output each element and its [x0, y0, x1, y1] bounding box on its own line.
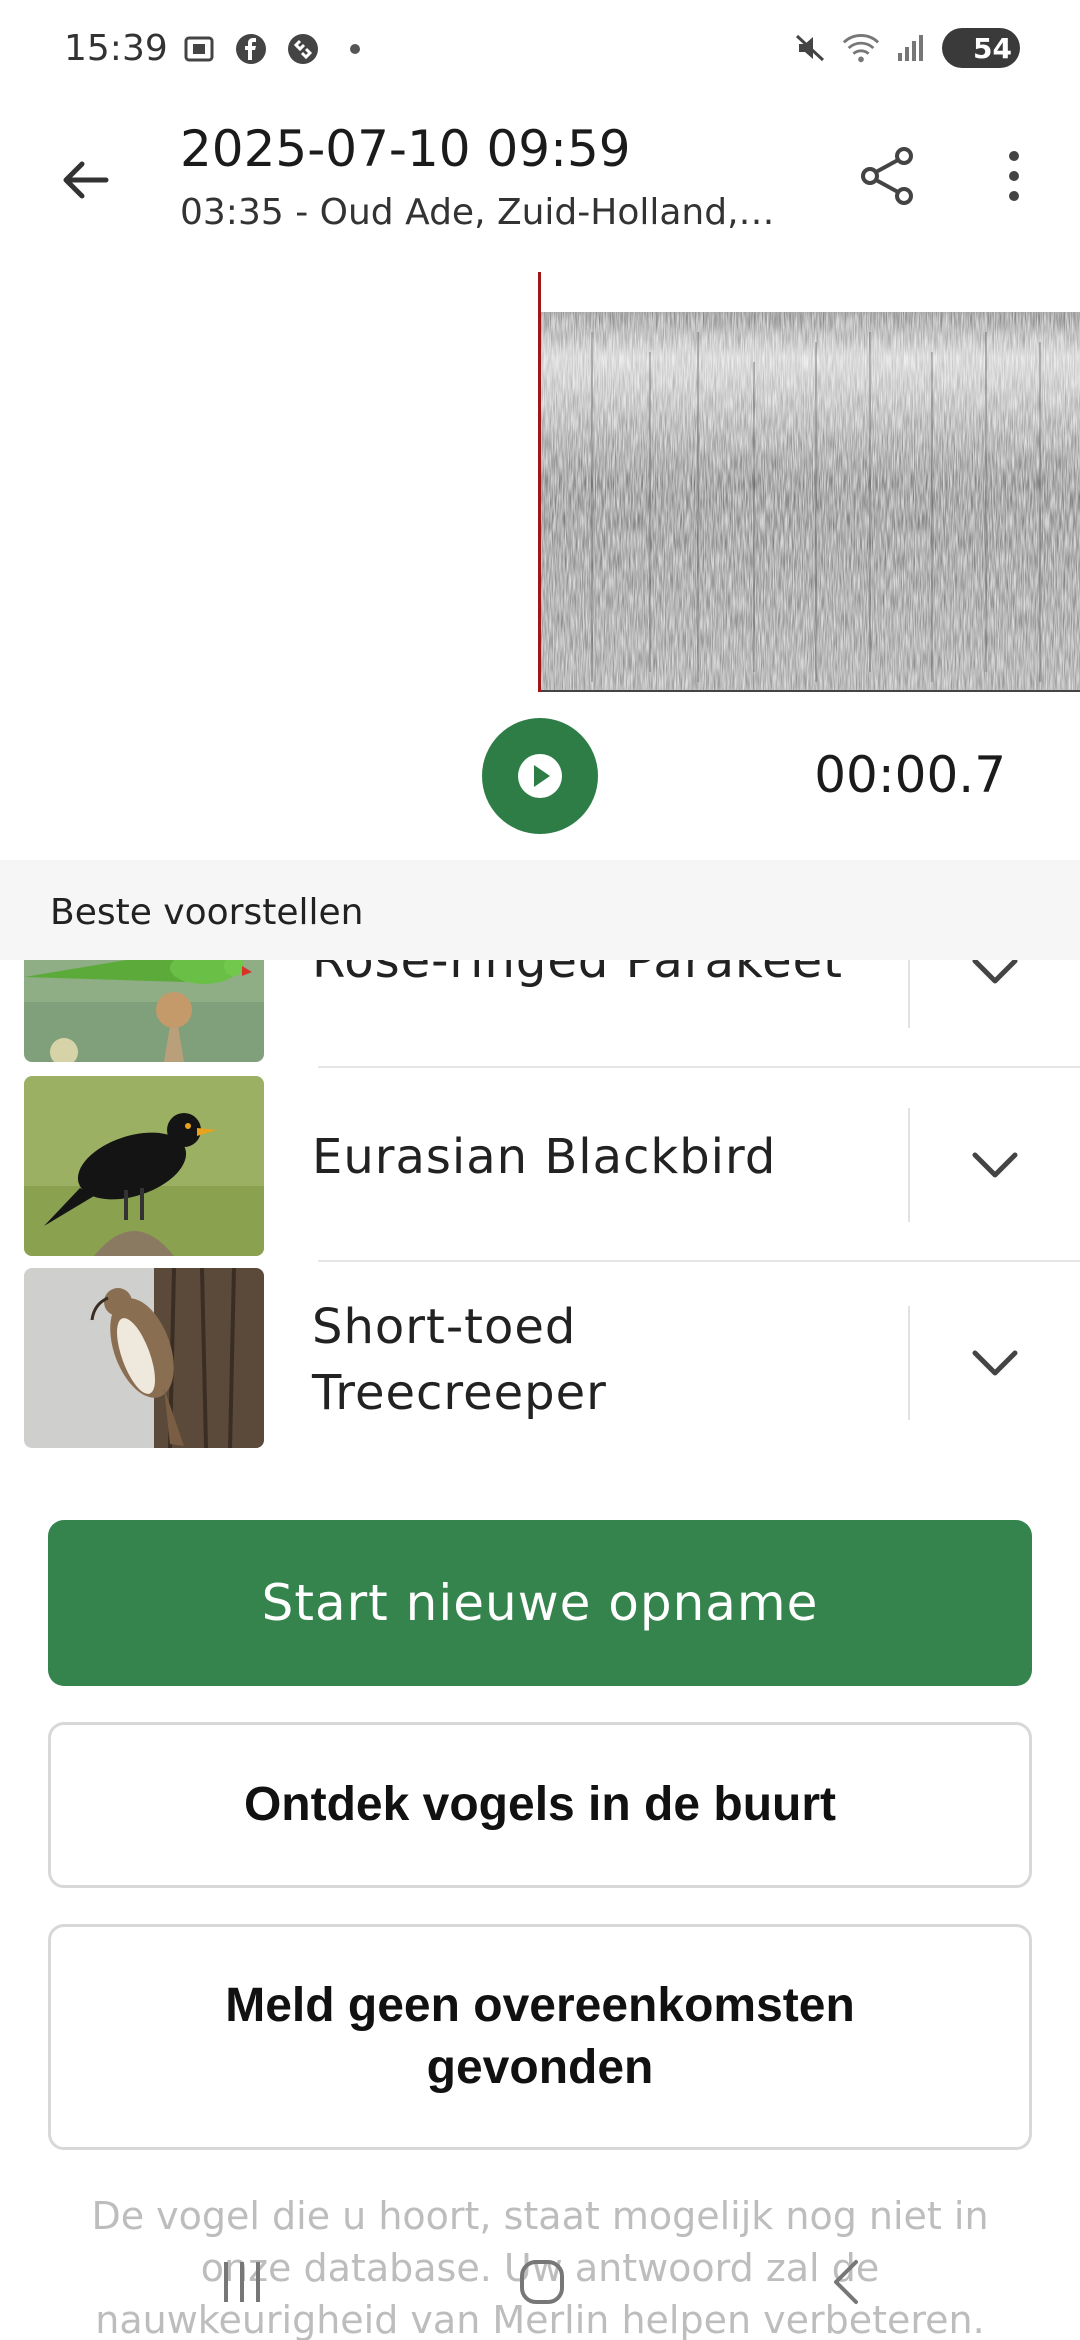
playback-time: 00:00.7 [814, 746, 1006, 804]
back-button[interactable] [44, 140, 124, 220]
mute-icon [792, 29, 830, 67]
page-subtitle: 03:35 - Oud Ade, Zuid-Holland,… [180, 192, 775, 233]
species-list: Rose-ringed Parakeet Eurasian Blackbird [0, 960, 1080, 1480]
report-no-match-button[interactable]: Meld geen overeenkomsten gevonden [48, 1924, 1032, 2150]
more-vert-icon [1009, 151, 1019, 201]
species-thumbnail [24, 960, 264, 1062]
expand-button[interactable] [950, 1318, 1040, 1408]
suggestions-header: Beste voorstellen [0, 860, 1080, 960]
system-nav-bar [0, 2220, 1080, 2340]
parakeet-image [24, 960, 264, 1062]
signal-icon [892, 29, 930, 67]
species-thumbnail [24, 1268, 264, 1448]
start-recording-button[interactable]: Start nieuwe opname [48, 1520, 1032, 1686]
screenshot-icon [180, 30, 218, 68]
home-button[interactable] [502, 2242, 582, 2322]
chevron-down-icon [972, 960, 1018, 984]
spectrogram [540, 312, 1080, 692]
recent-apps-icon [224, 2262, 260, 2302]
playhead[interactable] [538, 272, 541, 692]
shazam-icon [284, 30, 322, 68]
play-button[interactable] [482, 718, 598, 834]
app-bar: 2025-07-10 09:59 03:35 - Oud Ade, Zuid-H… [0, 100, 1080, 270]
treecreeper-image [24, 1268, 264, 1448]
status-time: 15:39 [64, 28, 168, 69]
share-button[interactable] [848, 136, 928, 216]
species-thumbnail [24, 1076, 264, 1256]
spectrogram-area[interactable] [0, 272, 1080, 692]
arrow-left-icon [63, 161, 109, 199]
blackbird-image [24, 1076, 264, 1256]
page-title: 2025-07-10 09:59 [180, 120, 631, 178]
species-name: Rose-ringed Parakeet [312, 960, 843, 989]
row-divider [908, 960, 910, 1028]
row-divider [908, 1306, 910, 1420]
species-row[interactable]: Short-toed Treecreeper [0, 1262, 1080, 1462]
system-back-button[interactable] [808, 2242, 888, 2322]
species-name: Eurasian Blackbird [312, 1129, 777, 1185]
chevron-down-icon [972, 1152, 1018, 1178]
home-icon [520, 2260, 564, 2304]
play-icon [518, 754, 562, 798]
chevron-down-icon [972, 1350, 1018, 1376]
species-name: Short-toed Treecreeper [312, 1299, 607, 1421]
species-row[interactable]: Eurasian Blackbird [0, 1068, 1080, 1262]
battery-level: 54 [973, 31, 1012, 65]
facebook-icon [232, 30, 270, 68]
notification-icons [180, 30, 374, 68]
row-divider [908, 1108, 910, 1222]
battery-icon: 54 [942, 28, 1020, 68]
back-chevron-icon [834, 2260, 858, 2304]
expand-button[interactable] [950, 1120, 1040, 1210]
expand-button[interactable] [950, 960, 1040, 1016]
status-bar: 15:39 54 [0, 0, 1080, 100]
system-icons: 54 [792, 28, 1020, 68]
share-icon [861, 147, 913, 205]
species-row[interactable]: Rose-ringed Parakeet [0, 960, 1080, 1068]
recent-apps-button[interactable] [202, 2242, 282, 2322]
wifi-icon [842, 29, 880, 67]
suggestions-heading: Beste voorstellen [50, 892, 364, 933]
more-options-button[interactable] [974, 136, 1054, 216]
dot-icon [336, 30, 374, 68]
discover-birds-button[interactable]: Ontdek vogels in de buurt [48, 1722, 1032, 1888]
